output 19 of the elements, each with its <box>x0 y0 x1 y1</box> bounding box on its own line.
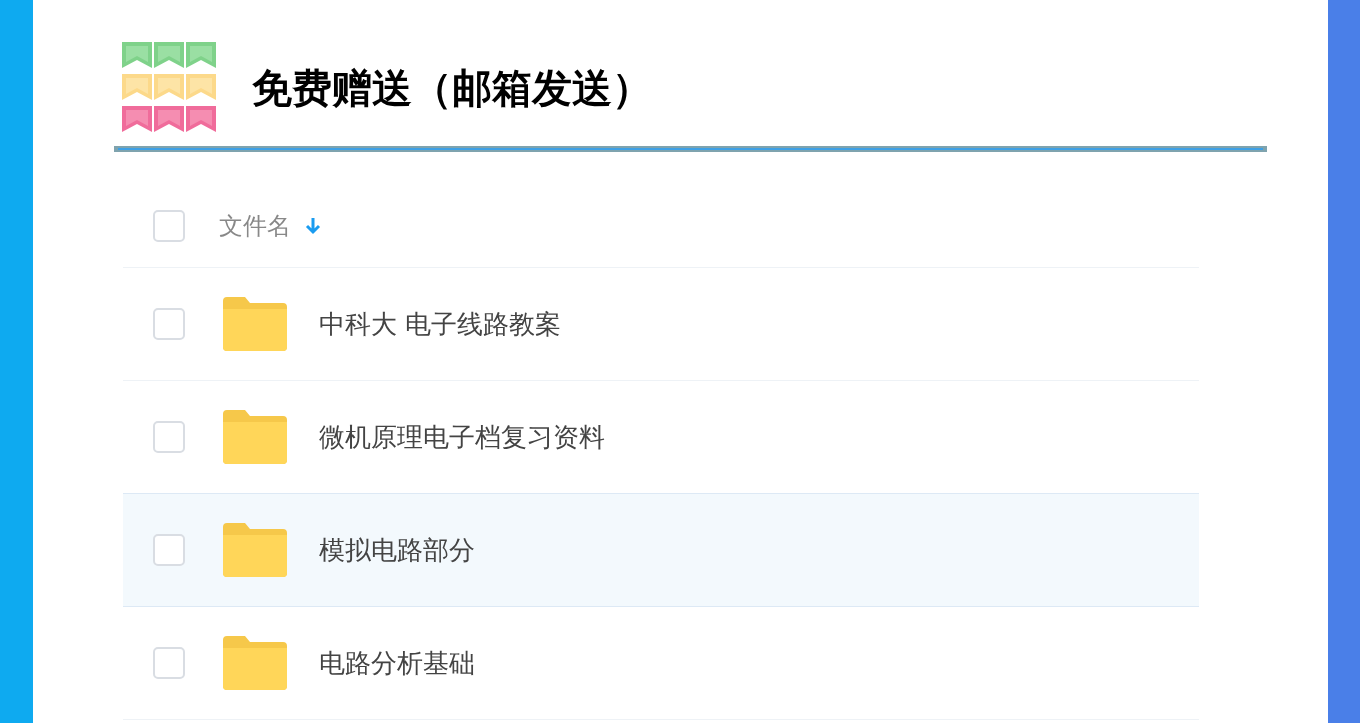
file-row[interactable]: 电路分析基础 <box>123 607 1199 720</box>
file-name: 微机原理电子档复习资料 <box>319 420 605 454</box>
row-checkbox[interactable] <box>153 647 185 679</box>
file-name: 模拟电路部分 <box>319 533 475 567</box>
row-checkbox[interactable] <box>153 308 185 340</box>
page-title: 免费赠送（邮箱发送） <box>252 63 652 113</box>
row-checkbox[interactable] <box>153 421 185 453</box>
file-name: 电路分析基础 <box>319 646 475 680</box>
file-name: 中科大 电子线路教案 <box>319 307 562 341</box>
folder-icon <box>221 636 287 690</box>
row-checkbox[interactable] <box>153 534 185 566</box>
sort-arrow-icon[interactable] <box>305 216 321 236</box>
file-row[interactable]: 模拟电路部分 <box>123 493 1199 607</box>
folder-icon <box>221 410 287 464</box>
folder-icon <box>221 523 287 577</box>
select-all-checkbox[interactable] <box>153 210 185 242</box>
column-header[interactable]: 文件名 <box>219 210 291 242</box>
folder-icon <box>221 297 287 351</box>
file-row[interactable]: 中科大 电子线路教案 <box>123 268 1199 381</box>
